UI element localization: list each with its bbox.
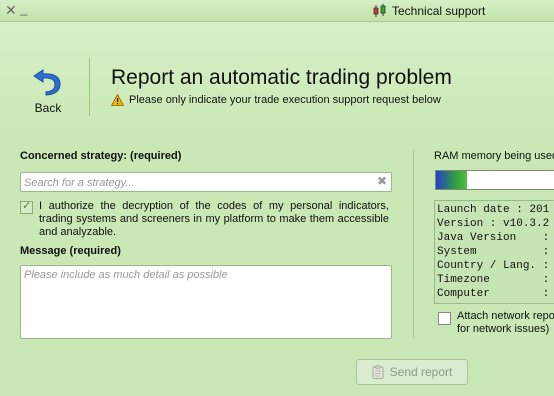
system-info-line: System : [437, 246, 550, 258]
system-info-line: Launch date : 201 [437, 204, 550, 216]
system-info-line: Computer : [437, 288, 550, 300]
send-report-button[interactable]: Send report [356, 359, 468, 385]
send-report-label: Send report [389, 365, 453, 379]
back-button[interactable]: Back [28, 66, 68, 115]
back-label: Back [34, 101, 62, 115]
ram-usage-bar [435, 170, 554, 190]
strategy-search-input[interactable] [21, 175, 364, 191]
ram-usage-fill [436, 171, 468, 189]
window-title: Technical support [392, 4, 486, 18]
clipboard-icon [372, 365, 384, 379]
message-label: Message (required) [20, 245, 121, 257]
candlestick-icon [373, 4, 386, 17]
warning-icon [111, 94, 124, 106]
back-arrow-icon [33, 69, 61, 96]
panel-divider [413, 150, 414, 338]
ram-label: RAM memory being used [434, 150, 554, 162]
authorize-text: I authorize the decryption of the codes … [39, 200, 389, 238]
page-subtitle: Please only indicate your trade executio… [111, 94, 441, 106]
message-field [20, 265, 392, 339]
clear-icon[interactable]: ✖ [377, 174, 387, 188]
system-info-line: Java Version : [437, 232, 550, 244]
title-bar: ✕ _ Technical support [0, 0, 554, 22]
attach-line-1: Attach network repo [457, 310, 554, 322]
window-title-group: Technical support [372, 4, 485, 18]
page-title: Report an automatic trading problem [111, 66, 452, 89]
strategy-label: Concerned strategy: (required) [20, 150, 182, 162]
header-divider [89, 58, 90, 116]
subtitle-text: Please only indicate your trade executio… [129, 94, 441, 106]
system-info-box[interactable]: Launch date : 201 Version : v10.3.2 Java V… [434, 200, 554, 304]
system-info-line: Version : v10.3.2 [437, 218, 550, 230]
authorize-checkbox[interactable] [20, 199, 33, 214]
attach-network-checkbox[interactable] [438, 312, 451, 325]
close-window-button[interactable]: ✕ [5, 2, 17, 19]
minimize-window-button[interactable]: _ [20, 1, 27, 16]
attach-line-2: for network issues) [457, 323, 550, 335]
attach-network-text: Attach network repo for network issues) [457, 310, 554, 336]
system-info-line: Country / Lang. : [437, 260, 550, 272]
system-info-line: Timezone : [437, 274, 550, 286]
message-textarea[interactable] [21, 266, 391, 338]
strategy-search-field: ✖ [20, 172, 392, 192]
